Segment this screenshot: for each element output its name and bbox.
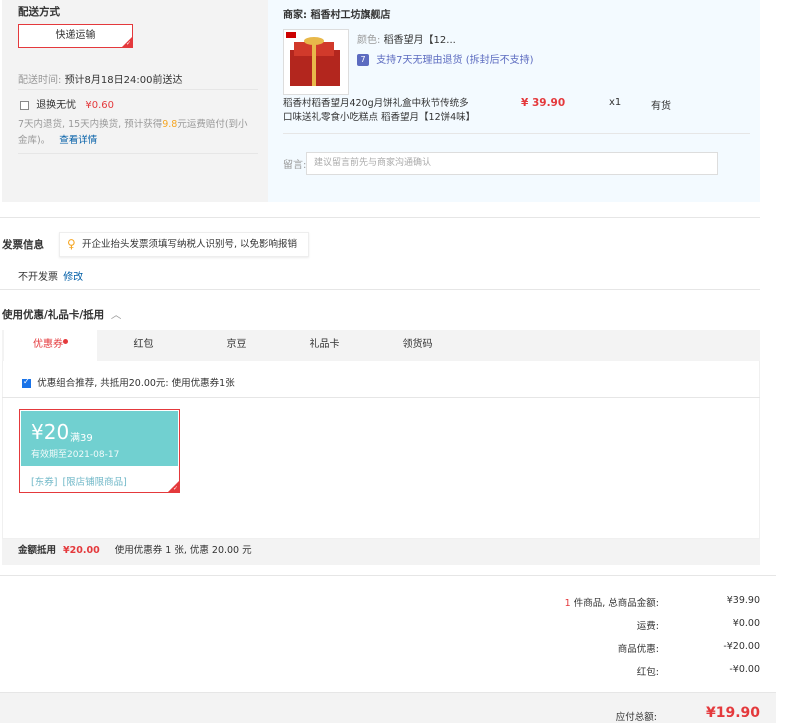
payable-label: 应付总额: bbox=[615, 712, 657, 723]
product-price: ¥ 39.90 bbox=[521, 97, 566, 109]
return-worry-free-checkbox[interactable] bbox=[20, 100, 29, 110]
goods-discount-value: -¥20.00 bbox=[723, 641, 760, 652]
return-desc-text-2: 元运费赔付(到小 bbox=[177, 119, 248, 130]
divider bbox=[2, 397, 760, 398]
coupon-amount: ¥20 bbox=[31, 420, 70, 444]
coupon-header: ¥20 满39 有效期至2021-08-17 bbox=[21, 411, 178, 466]
product-image[interactable] bbox=[283, 29, 349, 95]
chevron-up-icon: ︿ bbox=[110, 309, 122, 321]
freight-value: ¥0.00 bbox=[732, 618, 760, 629]
goods-total-label: 1 件商品, 总商品金额: bbox=[565, 595, 659, 609]
coupon-tag-jd: [东券] bbox=[31, 477, 58, 488]
coupon-tag-scope: [限店铺限商品] bbox=[62, 477, 127, 488]
product-quantity: x1 bbox=[609, 97, 622, 108]
discount-summary-amount: ¥20.00 bbox=[63, 545, 100, 556]
product-title-line2: 口味送礼零食小吃糕点 稻香望月【12饼4味】 bbox=[283, 112, 476, 123]
tab-coupon-label: 优惠券 bbox=[33, 339, 63, 350]
check-icon: ✓ bbox=[125, 40, 131, 47]
invoice-tip-text: 开企业抬头发票须填写纳税人识别号, 以免影响报销 bbox=[82, 239, 298, 250]
product-title[interactable]: 稻香村稻香望月420g月饼礼盒中秋节传统多 口味送礼零食小吃糕点 稻香望月【12… bbox=[283, 97, 475, 125]
tab-giftcard[interactable]: 礼品卡 bbox=[278, 330, 371, 361]
merchant-name[interactable]: 稻香村工坊旗舰店 bbox=[310, 10, 390, 21]
color-label: 颜色: bbox=[357, 35, 381, 46]
invoice-modify-link[interactable]: 修改 bbox=[63, 272, 83, 283]
product-stock: 有货 bbox=[651, 101, 671, 112]
divider bbox=[0, 575, 776, 576]
discount-title: 使用优惠/礼品卡/抵用 bbox=[2, 309, 105, 321]
return-policy-text: 支持7天无理由退货 (拆封后不支持) bbox=[376, 55, 534, 66]
divider bbox=[283, 133, 750, 134]
message-label: 留言: bbox=[283, 160, 307, 171]
product-title-line1: 稻香村稻香望月420g月饼礼盒中秋节传统多 bbox=[283, 98, 469, 109]
shipping-title: 配送方式 bbox=[18, 6, 60, 18]
express-shipping-button[interactable]: 快递运输 ✓ bbox=[18, 24, 133, 48]
combo-recommend-text: 优惠组合推荐, 共抵用20.00元: 使用优惠券1张 bbox=[37, 378, 235, 389]
new-dot-icon bbox=[63, 339, 68, 344]
coupon-card[interactable]: ¥20 满39 有效期至2021-08-17 [东券] [限店铺限商品] ✓ bbox=[19, 409, 180, 493]
express-shipping-label: 快递运输 bbox=[55, 30, 96, 41]
invoice-title: 发票信息 bbox=[2, 239, 44, 251]
return-description: 7天内退货, 15天内换货, 预计获得9.8元运费赔付(到小 金库)。 查看详情 bbox=[18, 117, 258, 149]
tab-redpacket[interactable]: 红包 bbox=[97, 330, 190, 361]
goods-count: 1 bbox=[564, 598, 571, 609]
divider bbox=[0, 289, 760, 290]
coupon-condition: 满39 bbox=[70, 433, 93, 444]
tab-jingdou[interactable]: 京豆 bbox=[190, 330, 283, 361]
discount-summary-label: 金额抵用 bbox=[18, 545, 57, 556]
divider bbox=[18, 153, 258, 154]
redpacket-label: 红包: bbox=[636, 667, 659, 678]
discount-tabs: 优惠券 红包 京豆 礼品卡 领货码 bbox=[2, 330, 760, 361]
check-icon: ✓ bbox=[172, 485, 178, 492]
color-value: 稻香望月【12... bbox=[383, 35, 456, 46]
tab-coupon[interactable]: 优惠券 bbox=[4, 330, 97, 361]
return-desc-amount: 9.8 bbox=[162, 119, 178, 130]
lightbulb-icon: ♀ bbox=[67, 237, 76, 251]
payable-amount: ¥19.90 bbox=[705, 705, 760, 721]
discount-summary-desc: 使用优惠券 1 张, 优惠 20.00 元 bbox=[114, 545, 252, 556]
combo-recommend-checkbox[interactable] bbox=[22, 377, 31, 388]
delivery-time-label: 配送时间: bbox=[18, 75, 62, 86]
payable-bar: 应付总额: ¥19.90 bbox=[0, 692, 776, 723]
divider bbox=[18, 89, 258, 90]
invoice-status: 不开发票 bbox=[18, 272, 58, 283]
invoice-tip: ♀ 开企业抬头发票须填写纳税人识别号, 以免影响报销 bbox=[59, 232, 309, 257]
return-desc-text-3: 金库)。 bbox=[18, 135, 51, 146]
freight-label: 运费: bbox=[636, 621, 659, 632]
return-worry-free-price: ¥0.60 bbox=[85, 100, 115, 111]
discount-section-toggle[interactable]: 使用优惠/礼品卡/抵用 ︿ bbox=[2, 307, 121, 322]
goods-discount-label: 商品优惠: bbox=[617, 644, 659, 655]
tab-redeem-code[interactable]: 领货码 bbox=[371, 330, 464, 361]
goods-total-value: ¥39.90 bbox=[726, 595, 760, 606]
coupon-validity: 有效期至2021-08-17 bbox=[31, 450, 120, 460]
return-desc-text: 7天内退货, 15天内换货, 预计获得 bbox=[18, 119, 163, 130]
redpacket-value: -¥0.00 bbox=[729, 664, 760, 675]
divider bbox=[0, 217, 760, 218]
view-details-link[interactable]: 查看详情 bbox=[59, 135, 97, 146]
merchant-label: 商家: bbox=[283, 10, 307, 21]
return-worry-free-label: 退换无忧 bbox=[36, 100, 77, 111]
delivery-time-value: 预计8月18日24:00前送达 bbox=[64, 75, 183, 86]
goods-count-label: 件商品, 总商品金额: bbox=[573, 598, 659, 609]
message-input[interactable]: 建议留言前先与商家沟通确认 bbox=[306, 152, 718, 175]
seven-day-return-icon: 7 bbox=[357, 54, 369, 66]
discount-summary: 金额抵用 ¥20.00 使用优惠券 1 张, 优惠 20.00 元 bbox=[2, 539, 760, 565]
